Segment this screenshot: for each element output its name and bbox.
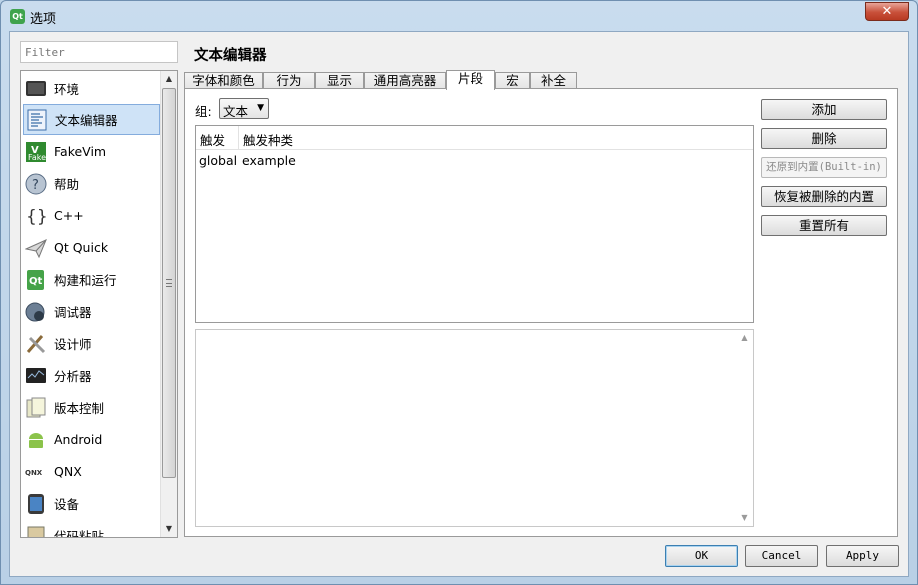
paper-plane-icon <box>25 237 47 259</box>
filter-input[interactable] <box>20 41 178 63</box>
tab-behavior[interactable]: 行为 <box>263 72 315 89</box>
revert-builtin-button[interactable]: 还原到内置(Built-in) <box>761 157 887 178</box>
window-title: 选项 <box>30 12 57 27</box>
tab-fonts-colors[interactable]: 字体和颜色 <box>184 72 263 89</box>
scroll-down-icon[interactable]: ▼ <box>736 510 753 526</box>
ok-button[interactable]: OK <box>665 545 738 567</box>
table-row[interactable]: global example <box>196 150 753 170</box>
code-paste-icon <box>25 525 47 537</box>
category-label: 代码粘贴 <box>54 529 105 538</box>
category-item-debugger[interactable]: 调试器 <box>23 296 160 327</box>
version-control-icon <box>25 397 47 419</box>
dialog-body: 环境 文本编辑器 FakeV FakeVim ? 帮助 <box>9 31 909 577</box>
designer-icon <box>25 333 47 355</box>
tab-generic-highlighter[interactable]: 通用高亮器 <box>364 72 446 89</box>
page-title: 文本编辑器 <box>194 48 267 64</box>
category-item-fakevim[interactable]: Fake V FakeVim <box>23 136 160 167</box>
cancel-button[interactable]: Cancel <box>745 545 818 567</box>
scroll-up-icon[interactable]: ▲ <box>736 330 753 346</box>
category-label: 帮助 <box>54 177 80 192</box>
cell-trigger-kind: example <box>242 152 296 168</box>
reset-all-button[interactable]: 重置所有 <box>761 215 887 236</box>
category-item-cpp[interactable]: {} C++ <box>23 200 160 231</box>
svg-text:Qt: Qt <box>29 276 43 287</box>
category-item-analyzer[interactable]: 分析器 <box>23 360 160 391</box>
category-item-help[interactable]: ? 帮助 <box>23 168 160 199</box>
category-label: FakeVim <box>54 144 107 159</box>
scrollbar-thumb[interactable] <box>162 88 176 478</box>
column-header-trigger[interactable]: 触发 <box>196 126 239 149</box>
category-label: 分析器 <box>54 369 92 384</box>
qt-icon: Qt <box>10 9 25 24</box>
device-icon <box>25 493 47 515</box>
category-label: QNX <box>54 464 82 479</box>
svg-text:V: V <box>31 145 39 156</box>
category-list: 环境 文本编辑器 Fake V FakeVim ? 帮助 {} C++ Qt Q… <box>20 70 178 538</box>
chevron-down-icon: ▼ <box>257 103 264 113</box>
snippets-table: 触发 触发种类 global example <box>195 125 754 323</box>
category-item-android[interactable]: Android <box>23 424 160 455</box>
group-select[interactable]: 文本 ▼ <box>219 98 269 119</box>
table-header: 触发 触发种类 <box>196 126 753 150</box>
options-window: Qt 选项 ✕ 环境 文本编辑器 FakeV FakeVi <box>0 0 918 585</box>
category-label: 版本控制 <box>54 401 105 416</box>
analyzer-icon <box>25 365 47 387</box>
apply-button[interactable]: Apply <box>826 545 899 567</box>
remove-button[interactable]: 删除 <box>761 128 887 149</box>
title-bar: Qt 选项 ✕ <box>1 1 917 31</box>
category-label: C++ <box>54 208 84 223</box>
android-icon <box>25 429 47 451</box>
category-label: 调试器 <box>54 305 92 320</box>
category-label: 设计师 <box>54 337 92 352</box>
category-label: Android <box>54 432 103 447</box>
tab-display[interactable]: 显示 <box>315 72 364 89</box>
group-label: 组: <box>195 104 212 119</box>
category-item-qnx[interactable]: QNX QNX <box>23 456 160 487</box>
editor-scrollbar[interactable]: ▲ ▼ <box>736 330 753 526</box>
category-item-code-paste[interactable]: 代码粘贴 <box>23 520 160 538</box>
grip-icon <box>166 279 172 287</box>
snippets-panel: 组: 文本 ▼ 触发 触发种类 global example ▲ ▼ 添加 删除… <box>184 88 898 537</box>
debugger-icon <box>25 301 47 323</box>
snippet-editor[interactable]: ▲ ▼ <box>195 329 754 527</box>
build-run-icon: Qt <box>25 269 47 291</box>
qnx-icon: QNX <box>25 461 47 483</box>
tab-snippets[interactable]: 片段 <box>446 70 495 90</box>
scroll-up-icon[interactable]: ▲ <box>161 71 177 87</box>
column-header-trigger-kind[interactable]: 触发种类 <box>239 126 753 149</box>
category-item-devices[interactable]: 设备 <box>23 488 160 519</box>
cell-trigger: global <box>199 152 238 168</box>
category-label: Qt Quick <box>54 240 109 255</box>
category-item-designer[interactable]: 设计师 <box>23 328 160 359</box>
category-item-qt-quick[interactable]: Qt Quick <box>23 232 160 263</box>
text-editor-icon <box>26 109 48 131</box>
category-item-environment[interactable]: 环境 <box>23 73 160 104</box>
tab-completion[interactable]: 补全 <box>530 72 577 89</box>
close-button[interactable]: ✕ <box>865 2 909 21</box>
category-item-build-run[interactable]: Qt 构建和运行 <box>23 264 160 295</box>
svg-text:{}: {} <box>26 207 47 227</box>
category-scrollbar[interactable]: ▲ ▼ <box>160 71 177 537</box>
braces-icon: {} <box>25 205 47 227</box>
svg-text:QNX: QNX <box>25 469 43 477</box>
add-button[interactable]: 添加 <box>761 99 887 120</box>
category-item-text-editor[interactable]: 文本编辑器 <box>23 104 160 135</box>
restore-removed-builtins-button[interactable]: 恢复被删除的内置 <box>761 186 887 207</box>
svg-text:?: ? <box>32 178 39 193</box>
category-item-version-control[interactable]: 版本控制 <box>23 392 160 423</box>
monitor-icon <box>25 78 47 100</box>
category-label: 环境 <box>54 82 80 97</box>
category-label: 文本编辑器 <box>55 113 118 128</box>
group-select-value: 文本 <box>223 104 249 119</box>
scroll-down-icon[interactable]: ▼ <box>161 521 177 537</box>
category-label: 构建和运行 <box>54 273 117 288</box>
tab-macros[interactable]: 宏 <box>495 72 530 89</box>
category-label: 设备 <box>54 497 80 512</box>
help-icon: ? <box>25 173 47 195</box>
fakevim-icon: Fake V <box>25 141 47 163</box>
